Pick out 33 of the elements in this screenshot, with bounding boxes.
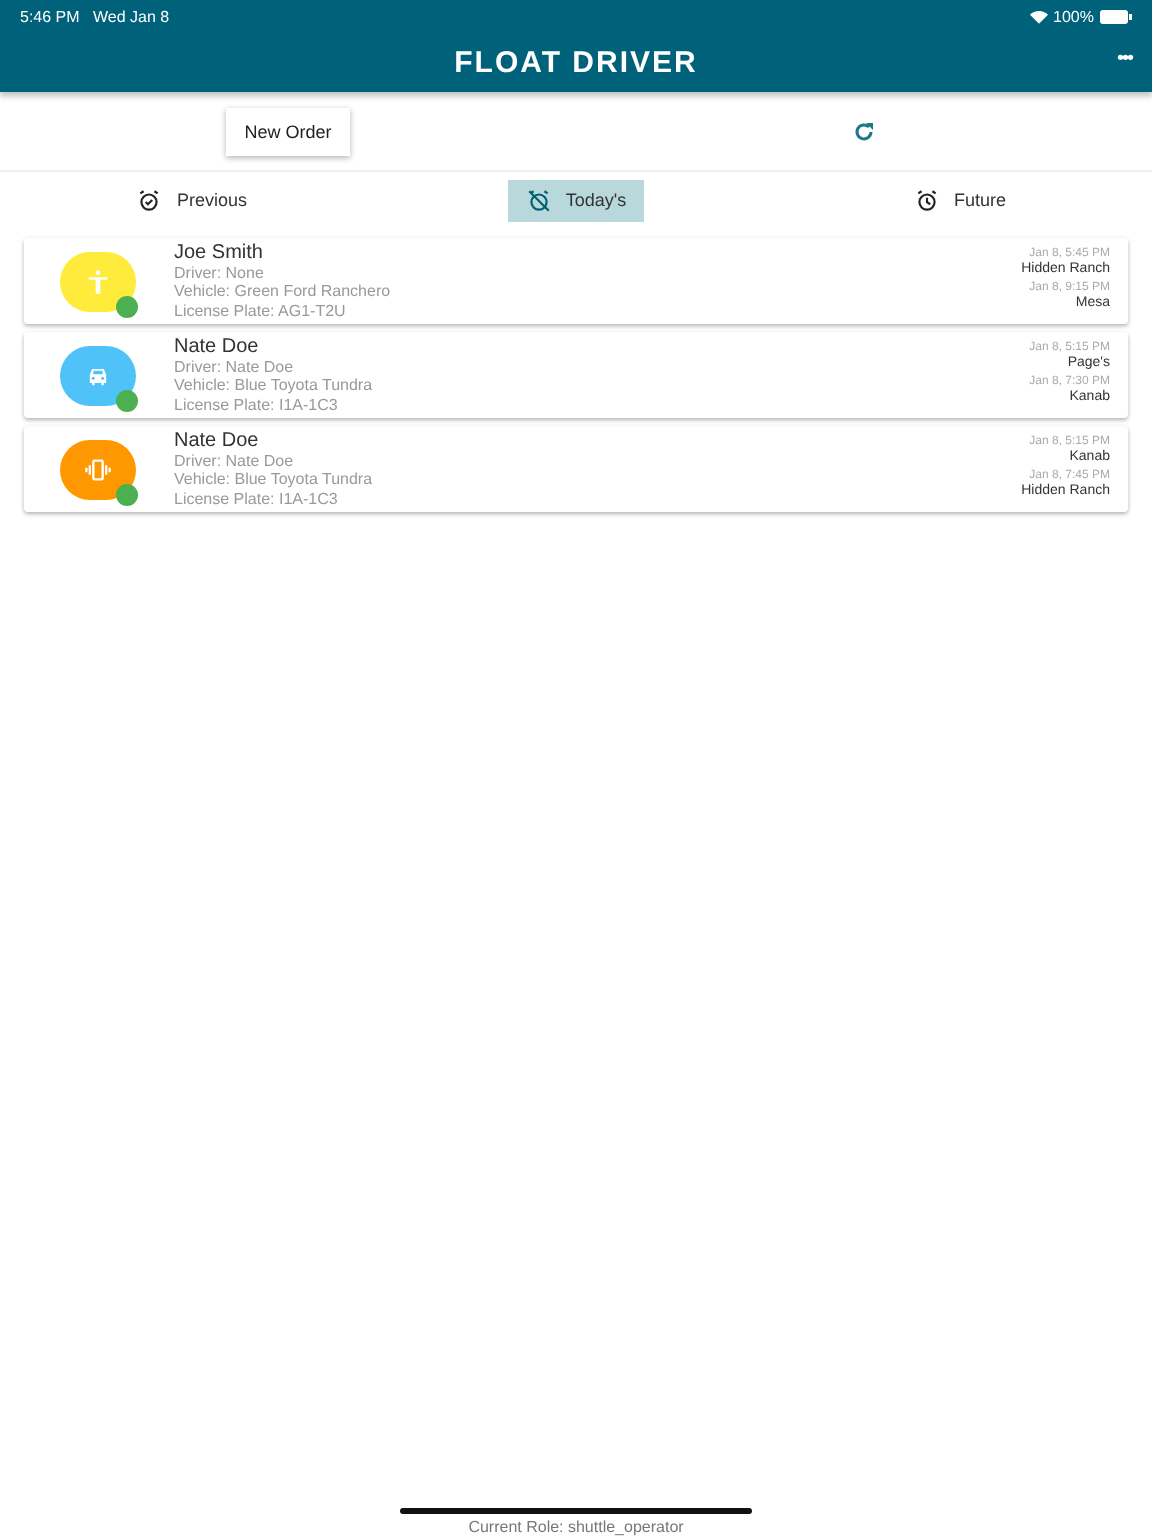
license-plate-text: License Plate: I1A-1C3 bbox=[174, 489, 340, 509]
customer-name: Nate Doe bbox=[174, 429, 261, 452]
driver-text: Driver: None bbox=[174, 263, 266, 283]
status-date: Wed Jan 8 bbox=[92, 7, 170, 25]
status-time: 5:46 PM bbox=[20, 7, 80, 25]
battery-icon bbox=[1100, 9, 1132, 23]
alarm-clock-icon bbox=[913, 187, 940, 213]
vehicle-text: Vehicle: Blue Toyota Tundra bbox=[174, 376, 375, 396]
status-dot bbox=[116, 389, 138, 411]
status-dot bbox=[116, 483, 138, 505]
vehicle-text: Vehicle: Green Ford Ranchero bbox=[174, 282, 393, 302]
vehicle-text: Vehicle: Blue Toyota Tundra bbox=[174, 470, 375, 490]
alarm-clock-check-icon bbox=[136, 187, 163, 213]
app-title: FLOAT DRIVER bbox=[454, 45, 698, 79]
wifi-icon bbox=[1029, 9, 1048, 23]
current-role-text: Current Role: shuttle_operator bbox=[466, 1518, 686, 1536]
license-plate-text: License Plate: I1A-1C3 bbox=[174, 395, 340, 415]
new-order-button[interactable]: New Order bbox=[226, 107, 350, 155]
tab[interactable]: Previous bbox=[118, 179, 265, 221]
more-menu-button[interactable]: ••• bbox=[1112, 44, 1136, 74]
license-plate-text: License Plate: AG1-T2U bbox=[174, 301, 348, 321]
driver-text: Driver: Nate Doe bbox=[174, 357, 296, 377]
tab[interactable]: Future bbox=[895, 179, 1024, 221]
person-icon bbox=[84, 267, 112, 295]
status-dot bbox=[116, 295, 138, 317]
driver-text: Driver: Nate Doe bbox=[174, 451, 296, 471]
customer-name: Joe Smith bbox=[174, 241, 265, 264]
battery-percent: 100% bbox=[1053, 7, 1094, 25]
customer-name: Nate Doe bbox=[174, 335, 261, 358]
alarm-clock-off-icon bbox=[525, 187, 552, 213]
refresh-icon[interactable] bbox=[852, 119, 876, 143]
vibrating-phone-icon bbox=[84, 455, 112, 483]
tab[interactable]: Today's bbox=[507, 179, 645, 221]
